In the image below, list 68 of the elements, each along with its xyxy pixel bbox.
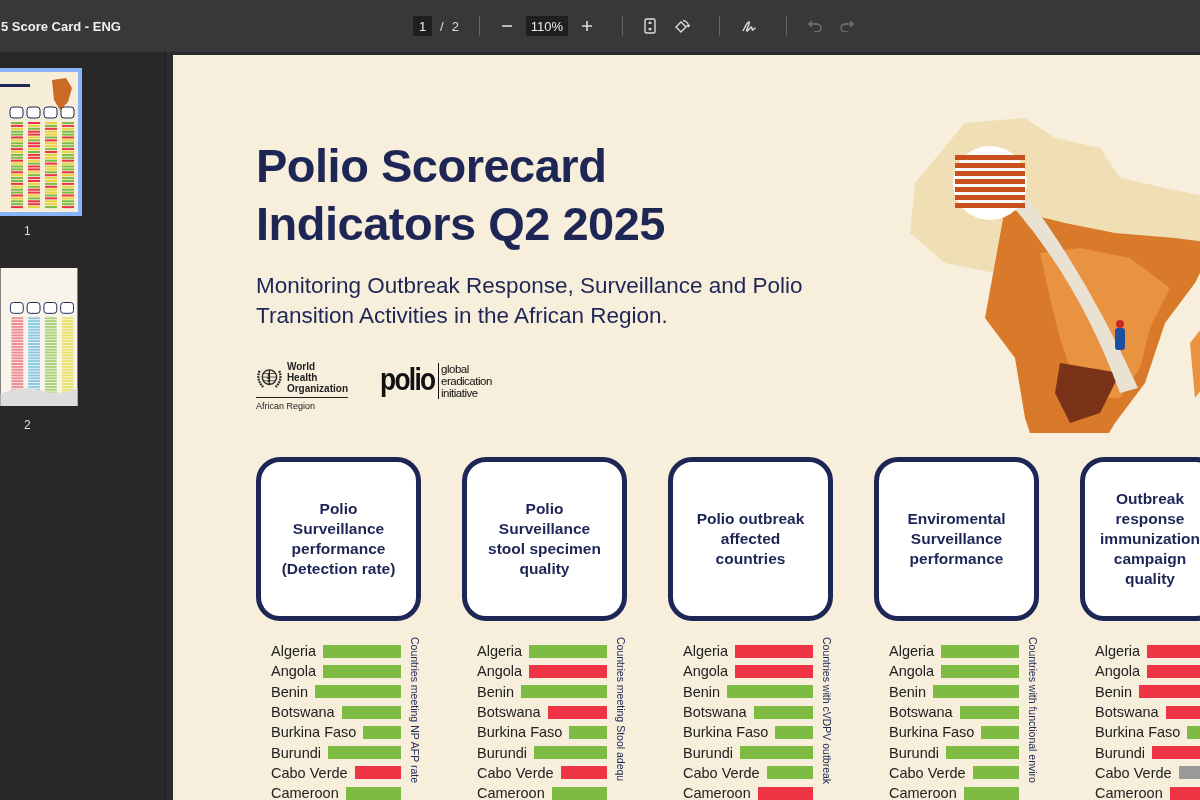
logo-subtext: African Region (256, 401, 317, 411)
country-name: Botswana (889, 704, 953, 721)
indicator-title: Polio Surveillance stool specimen quality (487, 499, 602, 579)
country-name: Cabo Verde (1095, 764, 1172, 781)
country-name: Angola (271, 663, 317, 680)
country-name: Angola (889, 663, 935, 680)
undo-icon (807, 20, 822, 32)
page-separator: / (440, 18, 444, 34)
page-count: 2 (451, 18, 459, 34)
plus-icon (580, 20, 593, 32)
zoom-field[interactable]: 110% (525, 16, 568, 36)
axis-note: Countries with functional enviro (1027, 637, 1039, 785)
country-name: Algeria (683, 643, 729, 660)
rotate-icon (673, 18, 690, 34)
document-subtitle: Monitoring Outbreak Response, Surveillance and Polio Transition Activities in the African Region. (256, 272, 803, 330)
country-name: Algeria (271, 643, 317, 660)
country-name: Algeria (889, 643, 935, 660)
country-name: Cameroon (889, 785, 957, 800)
country-name: Benin (889, 683, 927, 700)
signature-icon (740, 18, 757, 34)
country-name: Benin (477, 683, 515, 700)
country-name: Angola (477, 663, 523, 680)
country-name: Angola (1095, 663, 1141, 680)
logo-text: World Health Organization (286, 361, 348, 394)
country-name: Botswana (477, 704, 541, 721)
redo-icon (839, 20, 854, 32)
country-name: Botswana (1095, 704, 1159, 721)
country-name: Burkina Faso (1095, 724, 1181, 741)
page-number-field[interactable]: 1 (413, 16, 432, 36)
country-name: Burundi (477, 744, 527, 761)
thumbnail-label: 2 (24, 418, 31, 432)
country-name: Burkina Faso (683, 724, 769, 741)
country-name: Cabo Verde (889, 764, 966, 781)
indicator-title: Enviromental Surveillance performance (906, 509, 1007, 569)
country-name: Burkina Faso (271, 724, 357, 741)
country-name: Cameroon (477, 785, 545, 800)
country-name: Cabo Verde (477, 764, 554, 781)
indicator-title: Polio Surveillance performance (Detection rate) (280, 499, 397, 579)
country-name: Burkina Faso (477, 724, 563, 741)
logo-text: global eradication initiative (438, 363, 492, 399)
country-name: Benin (683, 683, 721, 700)
country-name: Algeria (477, 643, 523, 660)
indicator-title: Outbreak response immunization campaign quality (1099, 489, 1200, 589)
country-name: Benin (1095, 683, 1133, 700)
fit-page-icon (643, 18, 656, 34)
country-name: Cabo Verde (271, 764, 348, 781)
country-name: Burundi (683, 744, 733, 761)
indicator-title: Polio outbreak affected countries (695, 509, 806, 569)
logo-wordmark: polio (380, 363, 435, 397)
country-name: Algeria (1095, 643, 1141, 660)
axis-note: Countries with cVDPV outbreak (821, 637, 833, 787)
country-name: Benin (271, 683, 309, 700)
thumbnail-label: 1 (24, 224, 31, 238)
country-name: Cameroon (683, 785, 751, 800)
country-name: Burundi (271, 744, 321, 761)
document-heading: Polio Scorecard Indicators Q2 2025 (256, 138, 666, 252)
document-title: 5 Score Card - ENG (1, 18, 121, 34)
country-name: Cameroon (271, 785, 339, 800)
axis-note: Countries meeting NP AFP rate (409, 637, 421, 786)
country-name: Burkina Faso (889, 724, 975, 741)
country-name: Botswana (271, 704, 335, 721)
axis-note: Countries meeting Stool adequ (615, 637, 627, 784)
country-name: Burundi (1095, 744, 1145, 761)
country-name: Cabo Verde (683, 764, 760, 781)
country-name: Angola (683, 663, 729, 680)
country-name: Burundi (889, 744, 939, 761)
country-name: Botswana (683, 704, 747, 721)
country-name: Cameroon (1095, 785, 1163, 800)
